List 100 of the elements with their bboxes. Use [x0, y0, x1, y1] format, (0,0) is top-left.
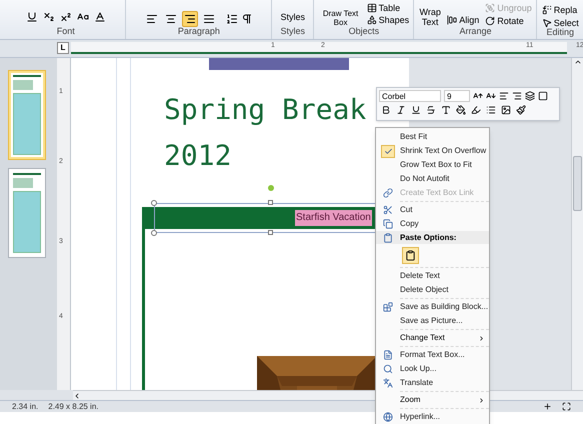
menu-item-icon	[383, 364, 393, 374]
toolbar-button[interactable]	[426, 105, 436, 115]
menu-item-icon	[383, 350, 393, 360]
shapes-button[interactable]: Shapes	[366, 15, 410, 25]
format-icon	[516, 105, 526, 115]
paste-options-header: Paste Options:	[400, 232, 456, 244]
format-icon	[456, 105, 466, 115]
align-menu-button[interactable]: Align	[447, 3, 480, 25]
format-button[interactable]	[42, 11, 55, 23]
paste-button[interactable]	[402, 246, 419, 264]
format-icon	[396, 105, 406, 115]
toolbar-button[interactable]	[538, 91, 548, 101]
toolbar-button[interactable]	[486, 91, 496, 101]
align-button[interactable]	[182, 11, 198, 27]
group-label: Styles	[280, 27, 305, 36]
toolbar-button[interactable]	[501, 105, 511, 115]
page-subtitle: 2012	[164, 142, 232, 170]
toolbar-button[interactable]	[516, 105, 526, 115]
menu-item-icon	[383, 188, 393, 198]
paragraph-button[interactable]	[241, 13, 254, 25]
vertical-scrollbar[interactable]	[571, 58, 583, 390]
resize-handle[interactable]	[151, 230, 157, 236]
format-button[interactable]	[26, 11, 38, 23]
check-icon	[384, 146, 392, 156]
page-title: Spring Break	[164, 96, 366, 124]
menu-item[interactable]: Save as Picture...	[376, 314, 489, 328]
menu-item[interactable]: Hyperlink...	[376, 410, 489, 424]
menu-item[interactable]: Do Not Autofit	[376, 172, 489, 186]
wrap-text-button[interactable]: Wrap Text	[419, 3, 442, 27]
menu-item-icon	[383, 205, 393, 215]
scroll-up-icon[interactable]	[574, 58, 582, 66]
toolbar-button[interactable]	[525, 91, 535, 101]
font-size-field[interactable]: 9	[444, 90, 470, 102]
menu-item-icon	[383, 302, 393, 312]
page-thumbnail[interactable]	[8, 168, 46, 258]
format-button[interactable]	[60, 11, 72, 23]
format-icon	[426, 105, 436, 115]
group-label: Editing	[546, 28, 574, 37]
format-icon	[60, 11, 72, 23]
scroll-left-icon[interactable]	[73, 392, 81, 400]
toolbar-button[interactable]	[456, 105, 466, 115]
format-icon	[501, 105, 511, 115]
draw-text-box-button[interactable]: Draw Text Box	[318, 3, 363, 27]
toolbar-button[interactable]	[441, 105, 451, 115]
menu-item[interactable]: Best Fit	[376, 130, 489, 144]
toolbar-button[interactable]	[512, 91, 522, 101]
format-icon	[471, 105, 481, 115]
ungroup-icon	[485, 3, 496, 13]
fit-page-icon[interactable]	[562, 402, 571, 411]
format-button[interactable]	[94, 11, 106, 23]
pilcrow-icon	[241, 13, 254, 25]
format-icon	[42, 11, 55, 23]
scroll-thumb[interactable]	[573, 156, 582, 211]
banner-text: Starfish Vacation	[295, 210, 372, 226]
menu-item-icon	[383, 232, 393, 242]
toolbar-button[interactable]	[381, 105, 391, 115]
format-icon	[473, 91, 483, 101]
rotation-handle[interactable]	[268, 185, 274, 191]
menu-item[interactable]: Shrink Text On Overflow	[376, 144, 489, 158]
zoom-in-icon[interactable]	[543, 402, 552, 411]
select-button[interactable]: Select	[542, 18, 579, 28]
menu-item[interactable]: Translate	[376, 376, 489, 390]
menu-item[interactable]: Copy	[376, 217, 489, 231]
menu-item[interactable]: Delete Text	[376, 269, 489, 283]
page-thumbnail[interactable]	[8, 70, 46, 160]
menu-item[interactable]: Zoom	[376, 393, 489, 407]
format-icon	[512, 91, 522, 101]
toolbar-button[interactable]	[486, 105, 496, 115]
table-button[interactable]: Table	[366, 3, 410, 13]
font-name-field[interactable]: Corbel	[379, 90, 441, 102]
menu-item[interactable]: Change Text	[376, 331, 489, 345]
tab-selector[interactable]: L	[57, 42, 69, 54]
format-icon	[94, 11, 106, 23]
toolbar-button[interactable]	[396, 105, 406, 115]
replace-button[interactable]: Repla	[542, 5, 579, 15]
menu-item[interactable]: Format Text Box...	[376, 348, 489, 362]
menu-item-icon	[383, 378, 393, 388]
menu-item[interactable]: Look Up...	[376, 362, 489, 376]
group-label: Arrange	[459, 27, 492, 36]
shapes-icon	[366, 15, 377, 25]
menu-item[interactable]: Save as Building Block...	[376, 300, 489, 314]
toolbar-button[interactable]	[473, 91, 483, 101]
toolbar-button[interactable]	[471, 105, 481, 115]
line-spacing-button[interactable]	[226, 13, 238, 25]
resize-handle[interactable]	[151, 200, 157, 206]
menu-item[interactable]: Cut	[376, 203, 489, 217]
resize-handle[interactable]	[268, 230, 273, 235]
menu-item-icon	[383, 219, 393, 229]
menu-item[interactable]: Grow Text Box to Fit	[376, 158, 489, 172]
pointer-icon	[542, 18, 552, 28]
menu-item[interactable]: Delete Object	[376, 283, 489, 297]
toolbar-button[interactable]	[499, 91, 509, 101]
group-label: Objects	[348, 27, 380, 36]
format-icon	[441, 105, 451, 115]
resize-handle[interactable]	[268, 200, 273, 205]
format-icon	[381, 105, 391, 115]
styles-button[interactable]: Styles	[280, 3, 305, 22]
menu-item-icon	[383, 412, 393, 422]
rotate-button[interactable]: Rotate	[485, 16, 532, 26]
toolbar-button[interactable]	[411, 105, 421, 115]
